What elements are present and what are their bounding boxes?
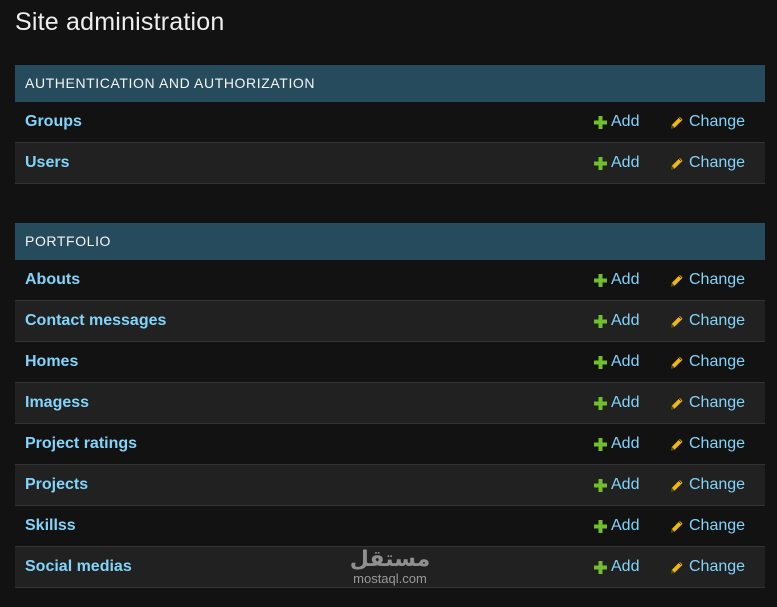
model-row-abouts: Abouts Add Change	[15, 260, 765, 301]
pencil-icon	[670, 519, 684, 533]
change-link[interactable]: Change	[670, 547, 745, 587]
model-row-projects: Projects Add Change	[15, 465, 765, 506]
watermark: مستقل mostaql.com	[340, 548, 440, 586]
change-link[interactable]: Change	[670, 383, 745, 423]
change-link[interactable]: Change	[670, 301, 745, 341]
model-row-homes: Homes Add Change	[15, 342, 765, 383]
change-link[interactable]: Change	[670, 342, 745, 382]
model-link-projects[interactable]: Projects	[25, 465, 88, 505]
add-label: Add	[611, 271, 640, 288]
add-label: Add	[611, 394, 640, 411]
change-label: Change	[689, 353, 746, 370]
add-label: Add	[611, 476, 640, 493]
add-label: Add	[611, 353, 640, 370]
model-link-imagess[interactable]: Imagess	[25, 383, 89, 423]
plus-icon	[593, 396, 607, 410]
plus-icon	[593, 355, 607, 369]
add-label: Add	[611, 517, 640, 534]
module-caption[interactable]: AUTHENTICATION AND AUTHORIZATION	[15, 65, 765, 102]
watermark-latin: mostaql.com	[353, 571, 427, 586]
add-label: Add	[611, 312, 640, 329]
plus-icon	[593, 478, 607, 492]
add-link[interactable]: Add	[593, 143, 639, 183]
change-link[interactable]: Change	[670, 424, 745, 464]
plus-icon	[593, 314, 607, 328]
change-link[interactable]: Change	[670, 143, 745, 183]
change-label: Change	[689, 394, 746, 411]
pencil-icon	[670, 156, 684, 170]
pencil-icon	[670, 478, 684, 492]
add-link[interactable]: Add	[593, 506, 639, 546]
model-link-contact-messages[interactable]: Contact messages	[25, 301, 166, 341]
model-link-project-ratings[interactable]: Project ratings	[25, 424, 137, 464]
model-row-contact-messages: Contact messages Add Change	[15, 301, 765, 342]
change-link[interactable]: Change	[670, 506, 745, 546]
change-label: Change	[689, 312, 746, 329]
plus-icon	[593, 560, 607, 574]
model-link-abouts[interactable]: Abouts	[25, 260, 80, 300]
pencil-icon	[670, 437, 684, 451]
model-link-groups[interactable]: Groups	[25, 102, 82, 142]
change-label: Change	[689, 558, 746, 575]
pencil-icon	[670, 273, 684, 287]
model-row-imagess: Imagess Add Change	[15, 383, 765, 424]
plus-icon	[593, 115, 607, 129]
pencil-icon	[670, 355, 684, 369]
plus-icon	[593, 519, 607, 533]
page-title: Site administration	[15, 8, 225, 36]
change-label: Change	[689, 517, 746, 534]
pencil-icon	[670, 314, 684, 328]
add-link[interactable]: Add	[593, 342, 639, 382]
model-row-users: Users Add Change	[15, 143, 765, 184]
add-link[interactable]: Add	[593, 465, 639, 505]
add-link[interactable]: Add	[593, 102, 639, 142]
model-link-skillss[interactable]: Skillss	[25, 506, 76, 546]
model-row-skillss: Skillss Add Change	[15, 506, 765, 547]
add-label: Add	[611, 154, 640, 171]
module-authentication-and-authorization: AUTHENTICATION AND AUTHORIZATION Groups …	[15, 65, 765, 184]
pencil-icon	[670, 115, 684, 129]
pencil-icon	[670, 396, 684, 410]
add-label: Add	[611, 558, 640, 575]
add-label: Add	[611, 435, 640, 452]
module-caption[interactable]: PORTFOLIO	[15, 223, 765, 260]
module-portfolio: PORTFOLIO Abouts Add Change Contact mess…	[15, 223, 765, 588]
pencil-icon	[670, 560, 684, 574]
change-label: Change	[689, 113, 746, 130]
add-label: Add	[611, 113, 640, 130]
plus-icon	[593, 156, 607, 170]
change-label: Change	[689, 154, 746, 171]
add-link[interactable]: Add	[593, 547, 639, 587]
model-link-homes[interactable]: Homes	[25, 342, 78, 382]
add-link[interactable]: Add	[593, 424, 639, 464]
change-label: Change	[689, 271, 746, 288]
model-link-users[interactable]: Users	[25, 143, 69, 183]
add-link[interactable]: Add	[593, 383, 639, 423]
model-row-groups: Groups Add Change	[15, 102, 765, 143]
plus-icon	[593, 273, 607, 287]
change-label: Change	[689, 476, 746, 493]
watermark-arabic: مستقل	[349, 547, 431, 572]
model-row-project-ratings: Project ratings Add Change	[15, 424, 765, 465]
change-label: Change	[689, 435, 746, 452]
change-link[interactable]: Change	[670, 102, 745, 142]
change-link[interactable]: Change	[670, 260, 745, 300]
model-link-social-medias[interactable]: Social medias	[25, 547, 132, 587]
plus-icon	[593, 437, 607, 451]
add-link[interactable]: Add	[593, 301, 639, 341]
change-link[interactable]: Change	[670, 465, 745, 505]
add-link[interactable]: Add	[593, 260, 639, 300]
